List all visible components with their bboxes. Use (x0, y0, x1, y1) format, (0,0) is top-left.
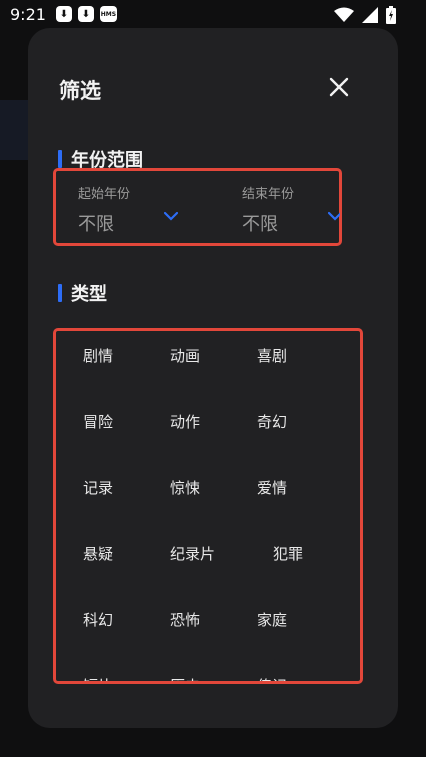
signal-icon (362, 7, 378, 23)
status-bar: 9:21 ⬇ ⬇ HMS (0, 0, 426, 28)
hms-icon: HMS (99, 6, 117, 22)
close-icon (329, 77, 349, 97)
end-year-picker[interactable]: 结束年份 不限 (242, 183, 294, 236)
genre-item[interactable]: 传记 (257, 675, 287, 681)
download-icon: ⬇ (55, 6, 72, 22)
accent-bar (58, 150, 62, 168)
end-year-value: 不限 (242, 214, 278, 235)
start-year-value: 不限 (78, 214, 114, 235)
accent-bar (58, 284, 62, 302)
year-range-box: 起始年份 不限 结束年份 不限 (53, 168, 342, 246)
genre-item[interactable]: 悬疑 (83, 543, 113, 564)
genre-item[interactable]: 动画 (170, 345, 200, 366)
battery-icon (386, 6, 396, 24)
genre-item[interactable]: 记录 (83, 477, 113, 498)
download-icon-2: ⬇ (77, 6, 94, 22)
genre-item[interactable]: 爱情 (257, 477, 287, 498)
genre-box: 剧情 动画 喜剧 冒险 动作 奇幻 记录 惊悚 爱情 悬疑 纪录片 犯罪 科幻 … (53, 328, 363, 684)
genre-item[interactable]: 短片 (83, 675, 113, 681)
genre-item[interactable]: 家庭 (257, 609, 287, 630)
genre-item[interactable]: 喜剧 (257, 345, 287, 366)
genre-section-title: 类型 (71, 284, 107, 305)
sheet-title: 筛选 (59, 79, 101, 103)
genre-item[interactable]: 纪录片 (170, 543, 215, 564)
genre-item[interactable]: 奇幻 (257, 411, 287, 432)
start-year-picker[interactable]: 起始年份 不限 (78, 183, 130, 236)
genre-item[interactable]: 科幻 (83, 609, 113, 630)
end-year-label: 结束年份 (242, 187, 295, 202)
chevron-down-icon[interactable] (164, 211, 178, 221)
chevron-down-icon[interactable] (328, 211, 340, 221)
start-year-label: 起始年份 (78, 187, 131, 202)
filter-sheet: 筛选 年份范围 起始年份 不限 结束年份 不限 类型 剧情 动画 喜剧 冒险 动… (28, 28, 398, 728)
close-button[interactable] (326, 74, 352, 100)
genre-grid: 剧情 动画 喜剧 冒险 动作 奇幻 记录 惊悚 爱情 悬疑 纪录片 犯罪 科幻 … (56, 331, 360, 681)
status-time: 9:21 (10, 4, 46, 24)
genre-item[interactable]: 历史 (170, 675, 200, 681)
genre-item[interactable]: 惊悚 (170, 477, 200, 498)
genre-item[interactable]: 剧情 (83, 345, 113, 366)
genre-item[interactable]: 犯罪 (273, 543, 303, 564)
wifi-icon (334, 7, 354, 22)
background-shade (0, 100, 30, 160)
genre-item[interactable]: 动作 (170, 411, 200, 432)
genre-item[interactable]: 恐怖 (170, 609, 200, 630)
genre-section-heading: 类型 (58, 280, 107, 306)
genre-item[interactable]: 冒险 (83, 411, 113, 432)
